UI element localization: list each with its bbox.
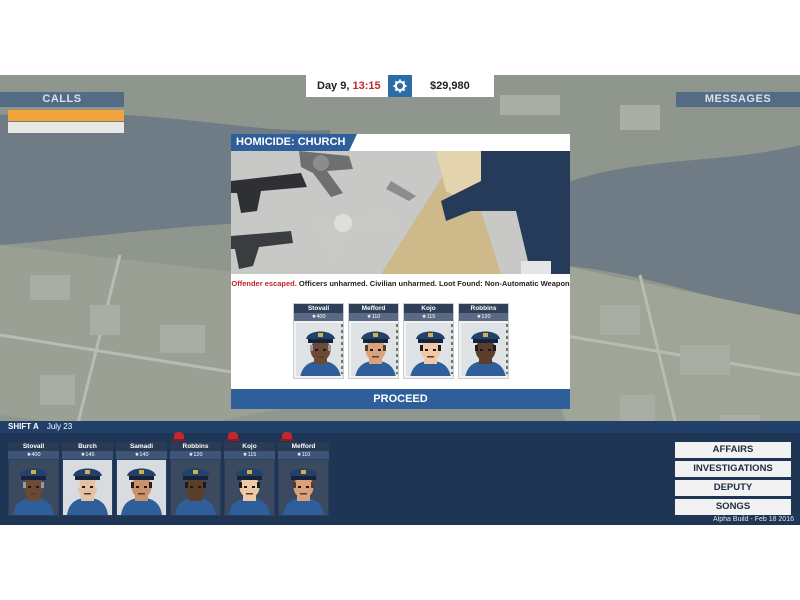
officer-portrait-icon bbox=[9, 460, 58, 515]
proceed-button[interactable]: PROCEED bbox=[231, 389, 570, 409]
officer-stars: ★145 bbox=[62, 451, 113, 459]
officer-name: Samadi bbox=[116, 442, 167, 451]
side-menu: AFFAIRS INVESTIGATIONS DEPUTY SONGS bbox=[675, 442, 791, 518]
messages-panel-title: MESSAGES bbox=[676, 92, 800, 107]
calls-list bbox=[8, 110, 124, 134]
outcome-escaped: Offender escaped. bbox=[231, 279, 297, 288]
status-dots bbox=[506, 324, 508, 374]
officer-name: Stovall bbox=[294, 304, 343, 313]
officer-stars: ★400 bbox=[8, 451, 59, 459]
roster-officer-card[interactable]: Burch ★145 bbox=[62, 442, 113, 516]
deputy-button[interactable]: DEPUTY bbox=[675, 480, 791, 496]
officer-stars: ★115 bbox=[404, 313, 453, 321]
officer-portrait-icon bbox=[406, 323, 453, 376]
call-item[interactable] bbox=[8, 122, 124, 133]
officer-portrait bbox=[461, 323, 508, 376]
gear-icon[interactable] bbox=[388, 75, 412, 97]
roster-officer-card[interactable]: Mefford ★110 bbox=[278, 432, 329, 516]
day-label: Day 9, bbox=[317, 80, 350, 92]
incident-illustration bbox=[231, 151, 570, 274]
incident-report-dialog: HOMICIDE: CHURCH Offender escaped. Offic… bbox=[231, 134, 570, 409]
officer-card: Mefford ★110 bbox=[348, 303, 399, 379]
officer-portrait bbox=[296, 323, 343, 376]
officer-name: Mefford bbox=[278, 442, 329, 451]
officer-stars: ★120 bbox=[170, 451, 221, 459]
officer-portrait-icon bbox=[296, 323, 343, 376]
call-item[interactable] bbox=[8, 110, 124, 121]
officer-portrait bbox=[117, 460, 166, 515]
investigations-button[interactable]: INVESTIGATIONS bbox=[675, 461, 791, 477]
shift-date: July 23 bbox=[46, 422, 73, 431]
officer-stars: ★140 bbox=[116, 451, 167, 459]
officer-portrait bbox=[63, 460, 112, 515]
dialog-title: HOMICIDE: CHURCH bbox=[231, 134, 357, 151]
officer-portrait-icon bbox=[279, 460, 328, 515]
officer-portrait bbox=[225, 460, 274, 515]
officer-name: Robbins bbox=[170, 442, 221, 451]
status-bar: Day 9, 13:15 $29,980 bbox=[306, 75, 494, 97]
officer-portrait-icon bbox=[461, 323, 508, 376]
affairs-button[interactable]: AFFAIRS bbox=[675, 442, 791, 458]
officer-name: Burch bbox=[62, 442, 113, 451]
officer-portrait-icon bbox=[63, 460, 112, 515]
officer-portrait-icon bbox=[351, 323, 398, 376]
build-label: Alpha Build - Feb 18 2016 bbox=[713, 516, 794, 523]
officer-portrait bbox=[406, 323, 453, 376]
day-display: Day 9, 13:15 bbox=[306, 80, 386, 92]
status-dots bbox=[396, 324, 398, 374]
officer-portrait bbox=[279, 460, 328, 515]
roster-officer-card[interactable]: Samadi ★140 bbox=[116, 442, 167, 516]
assigned-officers: Stovall ★400 Mefford ★110 Kojo ★115 Robbins ★12… bbox=[293, 303, 509, 379]
officer-card: Kojo ★115 bbox=[403, 303, 454, 379]
status-dots bbox=[341, 324, 343, 374]
officer-portrait-icon bbox=[117, 460, 166, 515]
clock-time: 13:15 bbox=[352, 80, 381, 92]
siren-icon bbox=[280, 432, 294, 441]
officer-portrait-icon bbox=[171, 460, 220, 515]
game-screen: Day 9, 13:15 $29,980 CALLS MESSAGES HOMI… bbox=[0, 75, 800, 525]
roster-officer-card[interactable]: Stovall ★400 bbox=[8, 442, 59, 516]
officer-portrait bbox=[171, 460, 220, 515]
officer-stars: ★120 bbox=[459, 313, 508, 321]
officer-stars: ★110 bbox=[349, 313, 398, 321]
officer-stars: ★400 bbox=[294, 313, 343, 321]
roster-officer-card[interactable]: Robbins ★120 bbox=[170, 432, 221, 516]
officer-roster: Stovall ★400 Burch ★145 Samadi ★140 Robbins ★12… bbox=[8, 432, 329, 516]
money-display: $29,980 bbox=[430, 80, 470, 92]
officer-portrait-icon bbox=[225, 460, 274, 515]
officer-portrait bbox=[9, 460, 58, 515]
status-dots bbox=[451, 324, 453, 374]
officer-portrait bbox=[351, 323, 398, 376]
officer-name: Mefford bbox=[349, 304, 398, 313]
officer-stars: ★110 bbox=[278, 451, 329, 459]
shift-label: SHIFT A bbox=[8, 422, 39, 431]
officer-name: Stovall bbox=[8, 442, 59, 451]
siren-icon bbox=[172, 432, 186, 441]
incident-outcome: Offender escaped. Officers unharmed. Civ… bbox=[231, 279, 570, 288]
officer-name: Robbins bbox=[459, 304, 508, 313]
calls-panel-title: CALLS bbox=[0, 92, 124, 107]
songs-button[interactable]: SONGS bbox=[675, 499, 791, 515]
officer-stars: ★115 bbox=[224, 451, 275, 459]
outcome-details: Officers unharmed. Civilian unharmed. Lo… bbox=[298, 279, 570, 288]
officer-card: Stovall ★400 bbox=[293, 303, 344, 379]
roster-officer-card[interactable]: Kojo ★115 bbox=[224, 432, 275, 516]
officer-name: Kojo bbox=[224, 442, 275, 451]
shift-panel: SHIFT A July 23 Stovall ★400 Burch ★145 Samad… bbox=[0, 421, 800, 525]
siren-icon bbox=[226, 432, 240, 441]
shift-header: SHIFT A July 23 bbox=[0, 421, 800, 433]
officer-card: Robbins ★120 bbox=[458, 303, 509, 379]
officer-name: Kojo bbox=[404, 304, 453, 313]
